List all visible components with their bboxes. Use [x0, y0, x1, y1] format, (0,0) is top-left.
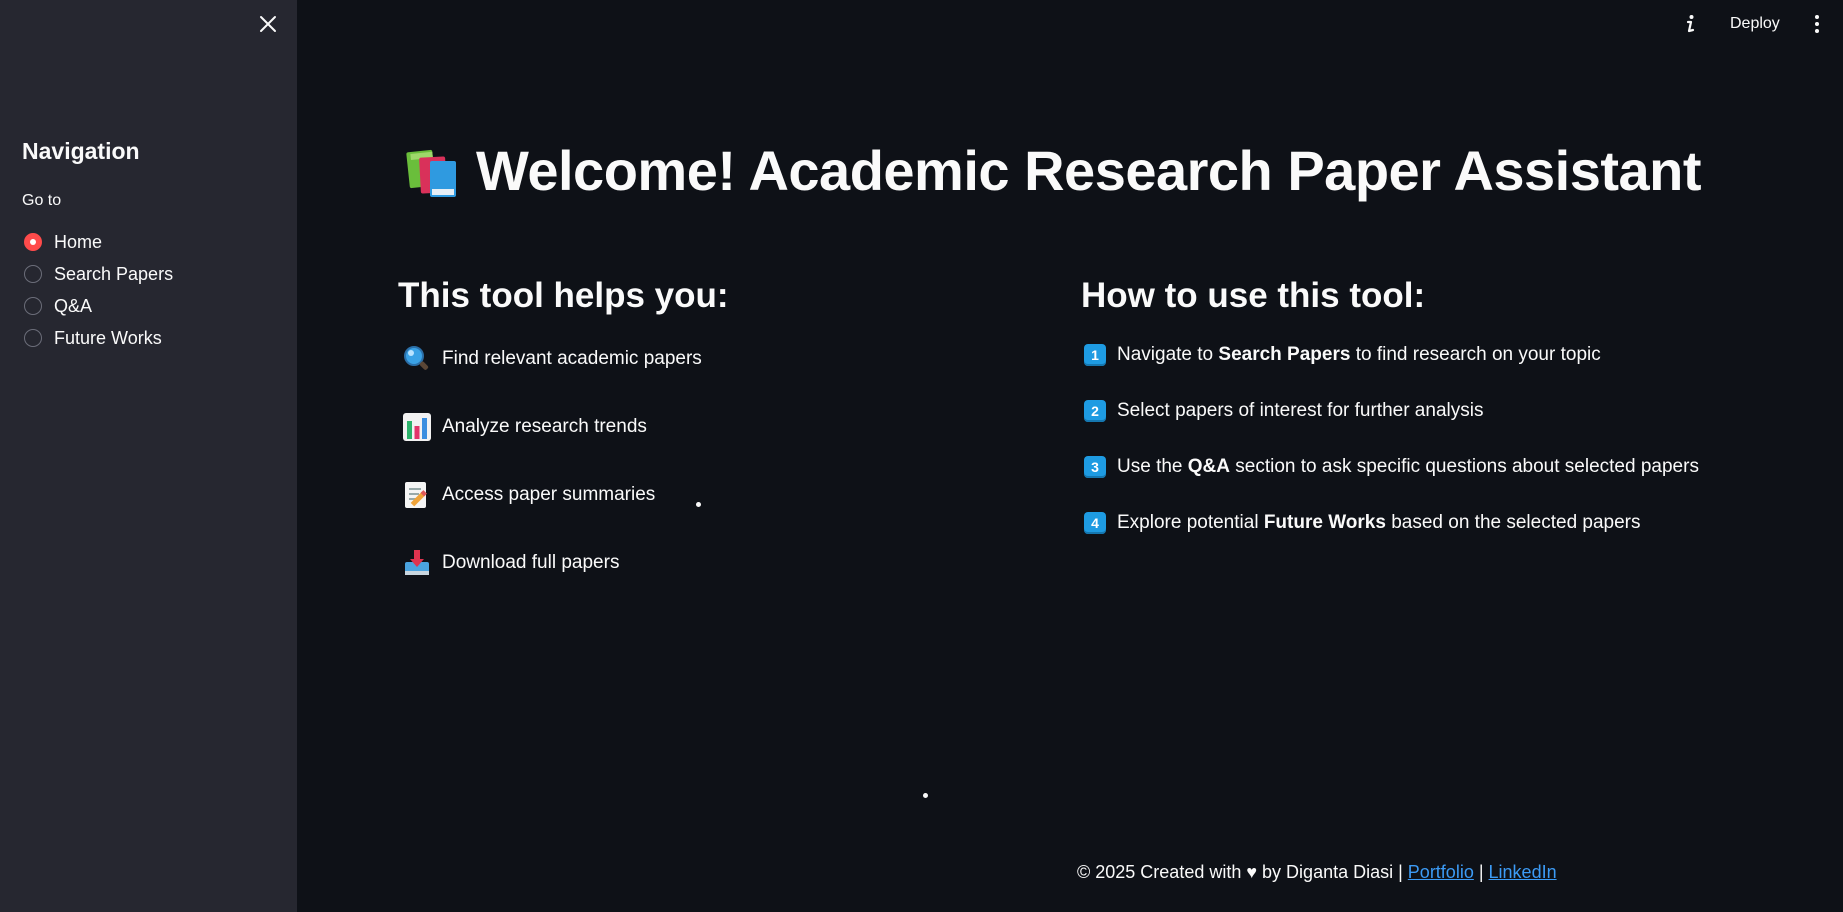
list-item: 3 Use the Q&A section to ask specific qu…	[1084, 452, 1699, 482]
deploy-button[interactable]: Deploy	[1718, 8, 1792, 40]
feature-text: Access paper summaries	[442, 484, 656, 505]
radio-selected-icon	[24, 233, 42, 251]
bar-chart-icon	[403, 413, 431, 441]
radio-unselected-icon	[24, 265, 42, 283]
magnifier-icon	[404, 346, 429, 370]
list-item: Analyze research trends	[402, 412, 702, 442]
list-item: 2 Select papers of interest for further …	[1084, 396, 1699, 426]
portfolio-link[interactable]: Portfolio	[1408, 862, 1474, 882]
kebab-dot-icon	[1815, 15, 1819, 19]
feature-text: Find relevant academic papers	[442, 348, 702, 369]
right-heading: How to use this tool:	[1081, 276, 1426, 315]
main-menu-button[interactable]	[1806, 12, 1828, 36]
nav-option-future-works[interactable]: Future Works	[24, 322, 173, 354]
linkedin-link[interactable]: LinkedIn	[1489, 862, 1557, 882]
nav-radio-group: Home Search Papers Q&A Future Works	[24, 226, 173, 354]
info-button[interactable]	[1678, 10, 1702, 38]
list-item: Find relevant academic papers	[402, 344, 702, 374]
feature-list: Find relevant academic papers Analyze re…	[402, 344, 702, 616]
page-title-text: Welcome! Academic Research Paper Assista…	[476, 139, 1702, 202]
keycap-3-icon: 3	[1084, 456, 1106, 478]
radio-unselected-icon	[24, 297, 42, 315]
keycap-1-icon: 1	[1084, 344, 1106, 366]
footer-separator: |	[1473, 862, 1489, 882]
close-sidebar-button[interactable]	[256, 12, 280, 36]
nav-option-label: Future Works	[54, 327, 162, 348]
radio-group-label: Go to	[22, 192, 62, 209]
feature-text: Download full papers	[442, 552, 620, 573]
keycap-2-icon: 2	[1084, 400, 1106, 422]
step-text: Explore potential Future Works based on …	[1117, 512, 1641, 533]
list-item: Download full papers	[402, 548, 702, 578]
kebab-dot-icon	[1815, 22, 1819, 26]
feature-text: Analyze research trends	[442, 416, 647, 437]
books-icon	[406, 149, 456, 197]
radio-unselected-icon	[24, 329, 42, 347]
nav-option-label: Home	[54, 231, 103, 252]
list-item: 1 Navigate to Search Papers to find rese…	[1084, 340, 1699, 370]
nav-option-qa[interactable]: Q&A	[24, 290, 173, 322]
kebab-dot-icon	[1815, 29, 1819, 33]
keycap-4-icon: 4	[1084, 512, 1106, 534]
decorative-dot	[696, 502, 701, 507]
footer: © 2025 Created with ♥ by Diganta Diasi |…	[1077, 862, 1557, 883]
memo-icon	[405, 482, 427, 508]
nav-option-label: Search Papers	[54, 263, 174, 284]
sidebar: Navigation Go to Home Search Papers Q&A …	[0, 0, 297, 912]
left-heading: This tool helps you:	[398, 276, 729, 315]
page-title: Welcome! Academic Research Paper Assista…	[404, 138, 1702, 203]
list-item: Access paper summaries	[402, 480, 702, 510]
info-icon	[1686, 15, 1695, 33]
step-text: Select papers of interest for further an…	[1117, 400, 1484, 421]
nav-option-label: Q&A	[54, 295, 93, 316]
footer-text: © 2025 Created with ♥ by Diganta Diasi |	[1077, 862, 1408, 882]
sidebar-title: Navigation	[22, 138, 140, 164]
nav-option-home[interactable]: Home	[24, 226, 173, 258]
list-item: 4 Explore potential Future Works based o…	[1084, 508, 1699, 538]
steps-list: 1 Navigate to Search Papers to find rese…	[1084, 340, 1699, 564]
step-text: Use the Q&A section to ask specific ques…	[1117, 456, 1699, 477]
step-text: Navigate to Search Papers to find resear…	[1117, 344, 1601, 365]
inbox-download-icon	[405, 550, 429, 575]
nav-option-search-papers[interactable]: Search Papers	[24, 258, 173, 290]
decorative-dot	[923, 793, 928, 798]
close-icon	[260, 16, 276, 32]
